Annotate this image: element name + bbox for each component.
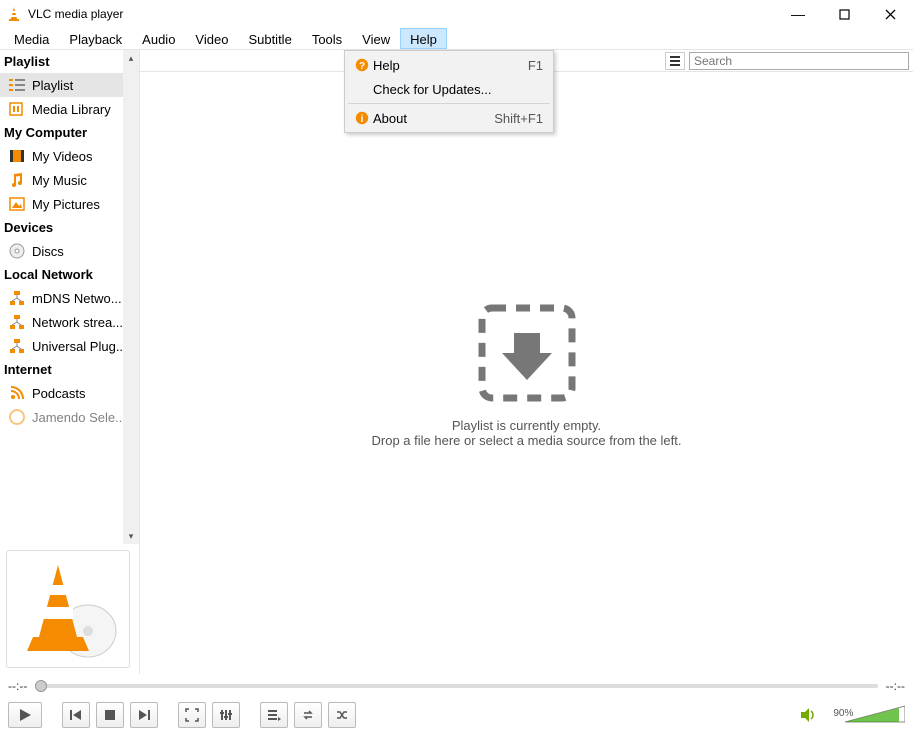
help-menu-about[interactable]: i About Shift+F1 [347,106,551,130]
window-title: VLC media player [28,7,775,21]
menu-view[interactable]: View [352,28,400,49]
close-button[interactable] [867,0,913,28]
shuffle-button[interactable] [328,702,356,728]
total-time[interactable]: --:-- [886,679,905,693]
main-area: Playlist is currently empty. Drop a file… [140,50,913,674]
sidebar-header-internet: Internet [0,358,139,381]
sidebar-scrollbar[interactable]: ▴ ▾ [123,50,139,544]
sidebar: Playlist Playlist Media Library My Compu… [0,50,140,674]
vlc-cone-icon [6,6,22,22]
sidebar-item-label: Playlist [32,78,73,93]
volume-slider[interactable] [845,704,905,724]
playlist-icon [8,76,26,94]
stop-button[interactable] [96,702,124,728]
help-menu-updates-label: Check for Updates... [373,82,543,97]
sidebar-item-discs[interactable]: Discs [0,239,139,263]
sidebar-item-label: My Videos [32,149,92,164]
menu-media[interactable]: Media [4,28,59,49]
sidebar-item-my-videos[interactable]: My Videos [0,144,139,168]
sidebar-item-mdns[interactable]: mDNS Netwo... [0,286,139,310]
menu-audio[interactable]: Audio [132,28,185,49]
question-icon: ? [351,58,373,72]
fullscreen-button[interactable] [178,702,206,728]
jamendo-icon [8,408,26,426]
maximize-button[interactable] [821,0,867,28]
controls-bar: 90% [0,698,913,732]
svg-text:i: i [361,114,364,125]
speaker-icon [799,706,817,724]
next-button[interactable] [130,702,158,728]
sidebar-header-localnet: Local Network [0,263,139,286]
menu-help[interactable]: Help [400,28,447,49]
sidebar-item-media-library[interactable]: Media Library [0,97,139,121]
sidebar-item-netstream[interactable]: Network strea... [0,310,139,334]
seek-knob[interactable] [35,680,47,692]
extended-settings-button[interactable] [212,702,240,728]
sidebar-item-label: Discs [32,244,64,259]
svg-text:?: ? [359,61,365,72]
help-menu-help[interactable]: ? Help F1 [347,53,551,77]
title-bar: VLC media player ― [0,0,913,28]
menu-separator [348,103,550,104]
sidebar-item-my-pictures[interactable]: My Pictures [0,192,139,216]
help-dropdown: ? Help F1 Check for Updates... i About S… [344,50,554,133]
sidebar-header-playlist: Playlist [0,50,139,73]
search-input[interactable] [689,52,909,70]
menu-bar: Media Playback Audio Video Subtitle Tool… [0,28,913,50]
film-icon [8,147,26,165]
play-button[interactable] [8,702,42,728]
disc-icon [8,242,26,260]
sidebar-item-label: Podcasts [32,386,85,401]
sidebar-item-upnp[interactable]: Universal Plug... [0,334,139,358]
empty-line-2: Drop a file here or select a media sourc… [372,433,682,448]
network-icon [8,289,26,307]
sidebar-item-playlist[interactable]: Playlist [0,73,139,97]
network-icon [8,337,26,355]
sidebar-item-my-music[interactable]: My Music [0,168,139,192]
seek-slider[interactable] [35,684,877,688]
volume-control[interactable]: 90% [799,704,905,727]
sidebar-header-mycomputer: My Computer [0,121,139,144]
drop-area[interactable]: Playlist is currently empty. Drop a file… [140,72,913,674]
sidebar-item-label: Media Library [32,102,111,117]
scroll-down-icon[interactable]: ▾ [123,528,139,544]
menu-playback[interactable]: Playback [59,28,132,49]
menu-tools[interactable]: Tools [302,28,352,49]
seek-row: --:-- --:-- [0,674,913,698]
help-menu-help-label: Help [373,58,528,73]
playlist-button[interactable] [260,702,288,728]
help-menu-help-accel: F1 [528,58,543,73]
previous-button[interactable] [62,702,90,728]
sidebar-item-label: Jamendo Sele... [32,410,126,425]
network-icon [8,313,26,331]
sidebar-item-podcasts[interactable]: Podcasts [0,381,139,405]
menu-subtitle[interactable]: Subtitle [238,28,301,49]
sidebar-item-label: Network strea... [32,315,123,330]
album-art [6,550,130,668]
sidebar-header-devices: Devices [0,216,139,239]
loop-button[interactable] [294,702,322,728]
elapsed-time[interactable]: --:-- [8,679,27,693]
library-icon [8,100,26,118]
sidebar-item-label: My Pictures [32,197,100,212]
minimize-button[interactable]: ― [775,0,821,28]
drop-icon [472,298,582,408]
sidebar-item-label: mDNS Netwo... [32,291,122,306]
rss-icon [8,384,26,402]
sidebar-item-label: Universal Plug... [32,339,127,354]
help-menu-about-label: About [373,111,494,126]
help-menu-updates[interactable]: Check for Updates... [347,77,551,101]
help-menu-about-accel: Shift+F1 [494,111,543,126]
info-icon: i [351,111,373,125]
sidebar-item-jamendo[interactable]: Jamendo Sele... [0,405,139,429]
scroll-up-icon[interactable]: ▴ [123,50,139,66]
picture-icon [8,195,26,213]
music-icon [8,171,26,189]
sidebar-item-label: My Music [32,173,87,188]
menu-video[interactable]: Video [185,28,238,49]
empty-line-1: Playlist is currently empty. [452,418,601,433]
view-mode-button[interactable] [665,52,685,70]
